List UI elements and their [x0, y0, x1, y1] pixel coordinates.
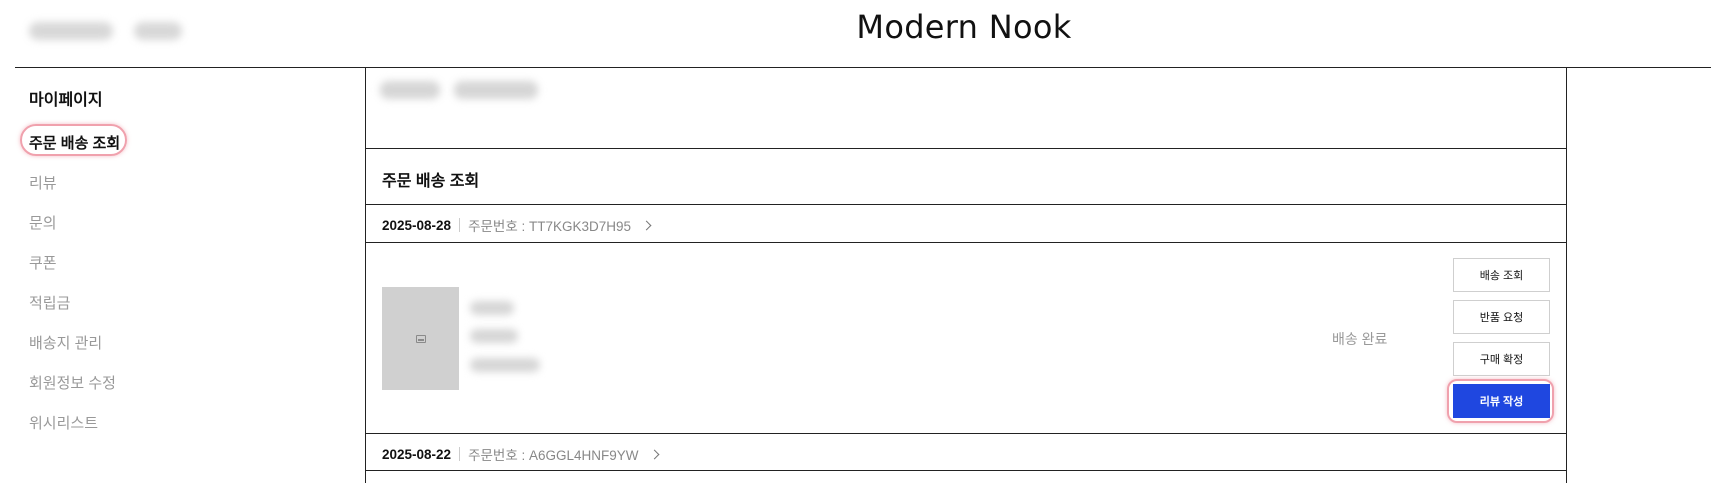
sidebar-title: 마이페이지: [29, 92, 103, 109]
order-number: 주문번호 : A6GGL4HNF9YW: [468, 448, 639, 463]
mypage-sidebar: 마이페이지 주문 배송 조회 리뷰 문의 쿠폰 적립금 배송지 관리 회원정보 …: [0, 68, 365, 483]
write-review-button[interactable]: 리뷰 작성: [1453, 384, 1550, 418]
sidebar-item-profile[interactable]: 회원정보 수정: [29, 372, 116, 393]
order-divider: [366, 242, 1566, 243]
divider: [459, 447, 461, 461]
section-divider: [366, 204, 1566, 205]
sidebar-item-addresses[interactable]: 배송지 관리: [29, 332, 102, 353]
product-thumbnail[interactable]: [382, 287, 459, 390]
chevron-right-icon[interactable]: [641, 220, 652, 230]
top-header: Modern Nook: [0, 0, 1711, 68]
brand-logo[interactable]: Modern Nook: [0, 8, 1711, 46]
blurred-user-info: [454, 81, 538, 99]
image-placeholder-icon: [415, 334, 426, 343]
divider: [459, 218, 461, 232]
order-panel: 주문 배송 조회 2025-08-28 주문번호 : TT7KGK3D7H95 …: [365, 67, 1567, 483]
sidebar-item-inquiries[interactable]: 문의: [29, 212, 57, 233]
delivery-status: 배송 완료: [1332, 331, 1388, 347]
blurred-user-name: [380, 81, 440, 99]
sidebar-item-points[interactable]: 적립금: [29, 292, 70, 313]
blurred-product-price: [470, 358, 540, 372]
track-delivery-button[interactable]: 배송 조회: [1453, 258, 1550, 292]
page-title: 주문 배송 조회: [382, 173, 480, 190]
sidebar-item-wishlist[interactable]: 위시리스트: [29, 412, 98, 433]
order-date: 2025-08-28: [382, 217, 452, 233]
blurred-product-option: [470, 329, 518, 343]
sidebar-item-coupons[interactable]: 쿠폰: [29, 252, 57, 273]
order-divider: [366, 470, 1566, 471]
order-number: 주문번호 : TT7KGK3D7H95: [468, 219, 632, 234]
confirm-purchase-button[interactable]: 구매 확정: [1453, 342, 1550, 376]
order-header[interactable]: 2025-08-22 주문번호 : A6GGL4HNF9YW: [382, 444, 659, 464]
order-header[interactable]: 2025-08-28 주문번호 : TT7KGK3D7H95: [382, 215, 652, 235]
order-date: 2025-08-22: [382, 446, 452, 462]
sidebar-item-reviews[interactable]: 리뷰: [29, 172, 57, 193]
sidebar-item-orders[interactable]: 주문 배송 조회: [29, 132, 120, 153]
section-divider: [366, 148, 1566, 149]
order-divider: [366, 433, 1566, 434]
return-request-button[interactable]: 반품 요청: [1453, 300, 1550, 334]
chevron-right-icon[interactable]: [649, 449, 659, 459]
blurred-product-name: [470, 301, 514, 315]
